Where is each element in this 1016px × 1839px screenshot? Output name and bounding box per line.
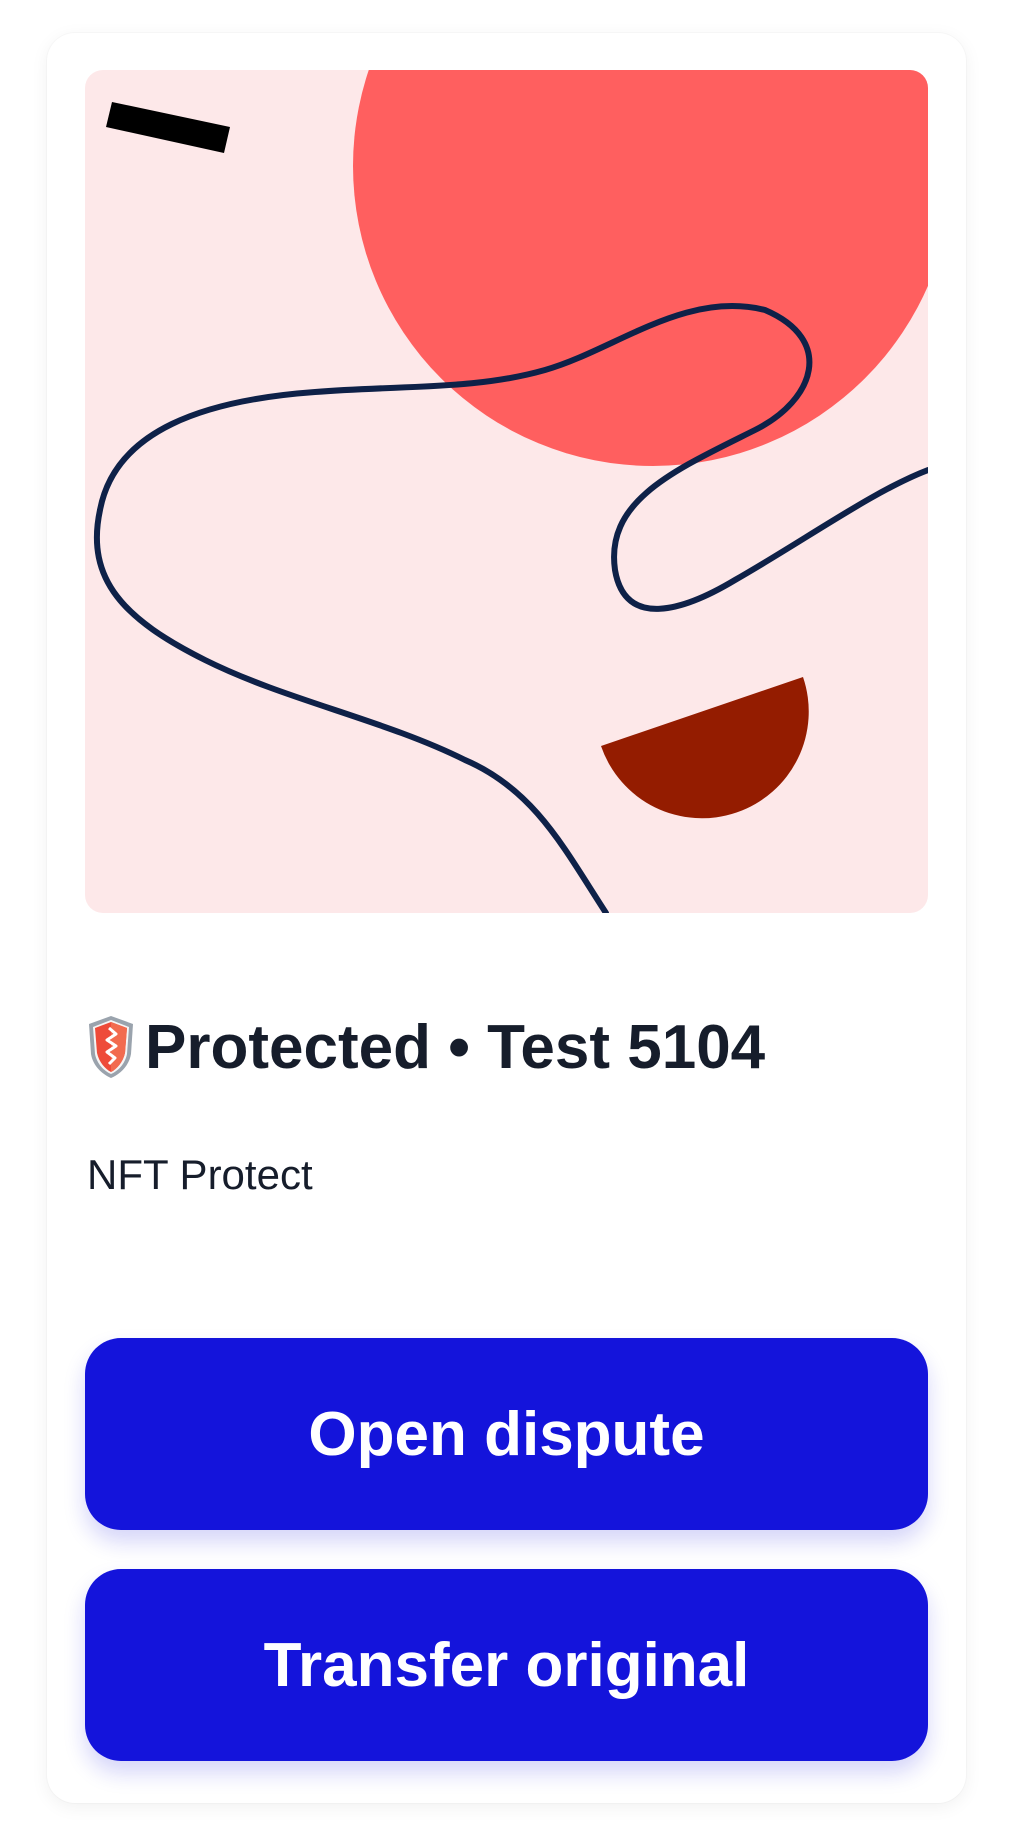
nft-artwork-image <box>85 70 928 913</box>
nft-title: Protected • Test 5104 <box>145 1012 766 1082</box>
title-row: Protected • Test 5104 <box>85 1011 765 1083</box>
open-dispute-button[interactable]: Open dispute <box>85 1338 928 1530</box>
nft-card: Protected • Test 5104 NFT Protect Open d… <box>47 33 966 1803</box>
collection-name: NFT Protect <box>87 1151 313 1198</box>
nft-artwork[interactable] <box>85 70 928 913</box>
transfer-original-button[interactable]: Transfer original <box>85 1569 928 1761</box>
shield-icon <box>89 1016 133 1078</box>
